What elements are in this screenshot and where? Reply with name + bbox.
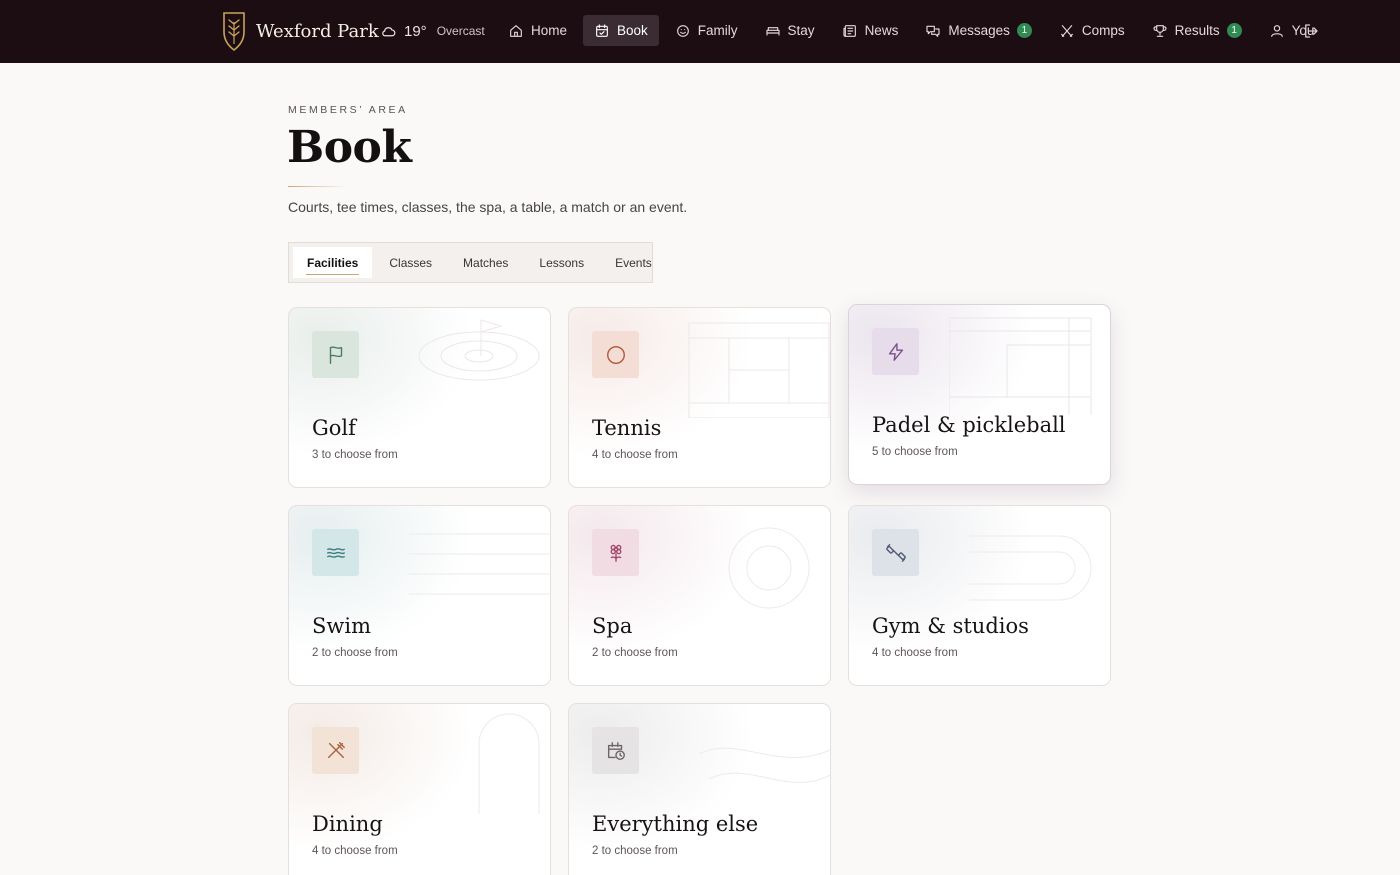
messages-badge: 1 xyxy=(1016,23,1032,38)
tab-classes[interactable]: Classes xyxy=(375,247,446,278)
trophy-icon xyxy=(1153,24,1167,37)
lightning-icon xyxy=(888,342,903,361)
home-icon xyxy=(510,24,522,37)
card-icon-tile xyxy=(592,529,639,576)
nav-item-label: Family xyxy=(697,23,738,38)
nav-item-stay[interactable]: Stay xyxy=(754,15,826,46)
card-title: Golf xyxy=(312,416,356,440)
nav-item-label: Messages xyxy=(948,23,1010,38)
nav-item-label: Stay xyxy=(787,23,815,38)
card-icon-tile xyxy=(592,727,639,774)
page-subtitle: Courts, tee times, classes, the spa, a t… xyxy=(288,199,688,215)
card-subtitle: 2 to choose from xyxy=(592,647,678,659)
logout-icon[interactable] xyxy=(1302,22,1320,40)
page-kicker: MEMBERS’ AREA xyxy=(288,104,408,116)
flower-icon xyxy=(610,544,621,562)
tennis-court-decoration xyxy=(688,322,830,418)
pool-lanes-decoration xyxy=(409,533,550,595)
card-icon-tile xyxy=(872,529,919,576)
brand-name: Wexford Park xyxy=(256,20,379,42)
facility-card-tennis[interactable]: Tennis 4 to choose from xyxy=(568,307,831,488)
weather-condition: Overcast xyxy=(436,24,485,38)
golf-green-decoration xyxy=(418,319,540,381)
card-subtitle: 2 to choose from xyxy=(592,845,678,857)
flag-icon xyxy=(329,345,342,364)
chat-icon xyxy=(926,25,940,37)
card-subtitle: 4 to choose from xyxy=(592,449,678,461)
waves-icon xyxy=(326,547,345,558)
card-subtitle: 4 to choose from xyxy=(872,647,958,659)
facility-card-dining[interactable]: Dining 4 to choose from xyxy=(288,703,551,875)
contour-decoration xyxy=(698,747,830,783)
brand[interactable]: Wexford Park xyxy=(221,8,379,54)
padel-court-decoration xyxy=(949,317,1092,415)
nav-item-book[interactable]: Book xyxy=(583,15,659,46)
crossed-clubs-icon xyxy=(1060,24,1073,37)
card-subtitle: 3 to choose from xyxy=(312,449,398,461)
smile-icon xyxy=(676,24,689,37)
cloud-icon xyxy=(382,26,396,36)
card-subtitle: 4 to choose from xyxy=(312,845,398,857)
booking-tabs: Facilities Classes Matches Lessons Event… xyxy=(288,242,653,283)
card-title: Everything else xyxy=(592,812,759,836)
nav-item-label: Book xyxy=(617,23,648,38)
facility-card-golf[interactable]: Golf 3 to choose from xyxy=(288,307,551,488)
tab-events[interactable]: Events xyxy=(601,247,666,278)
card-title: Tennis xyxy=(592,416,662,440)
card-subtitle: 5 to choose from xyxy=(872,446,958,458)
tab-lessons[interactable]: Lessons xyxy=(525,247,598,278)
track-decoration xyxy=(969,535,1092,601)
nav-list: Home Book Family Stay News Messages 1 Co… xyxy=(497,15,1330,46)
facility-card-everything-else[interactable]: Everything else 2 to choose from xyxy=(568,703,831,875)
top-nav: Wexford Park 19° Overcast Home Book Fami… xyxy=(0,0,1400,63)
calendar-icon xyxy=(596,23,608,37)
spa-circles-decoration xyxy=(728,527,810,609)
card-title: Swim xyxy=(312,614,371,638)
card-icon-tile xyxy=(312,727,359,774)
nav-item-label: Comps xyxy=(1081,23,1125,38)
facility-card-padel-pickleball[interactable]: Padel & pickleball 5 to choose from xyxy=(848,304,1111,485)
card-icon-tile xyxy=(872,328,919,375)
user-icon xyxy=(1270,24,1283,37)
card-title: Dining xyxy=(312,812,383,836)
tab-matches[interactable]: Matches xyxy=(449,247,522,278)
crest-logo-icon xyxy=(223,12,245,52)
page-title: Book xyxy=(287,122,412,173)
nav-item-news[interactable]: News xyxy=(831,15,910,46)
nav-item-label: Results xyxy=(1174,23,1220,38)
card-title: Spa xyxy=(592,614,633,638)
dumbbell-icon xyxy=(885,543,906,562)
weather-widget: 19° Overcast xyxy=(380,20,485,42)
facility-card-swim[interactable]: Swim 2 to choose from xyxy=(288,505,551,686)
title-divider xyxy=(288,186,348,187)
nav-item-messages[interactable]: Messages 1 xyxy=(914,15,1043,46)
utensils-icon xyxy=(327,741,345,758)
nav-item-results[interactable]: Results 1 xyxy=(1141,15,1253,46)
nav-item-label: News xyxy=(864,23,899,38)
card-icon-tile xyxy=(592,331,639,378)
table-decoration xyxy=(478,713,540,814)
calendar-clock-icon xyxy=(607,741,625,760)
card-subtitle: 2 to choose from xyxy=(312,647,398,659)
ball-icon xyxy=(606,345,625,364)
card-icon-tile xyxy=(312,529,359,576)
nav-item-family[interactable]: Family xyxy=(664,15,749,46)
bed-icon xyxy=(765,26,780,36)
nav-item-comps[interactable]: Comps xyxy=(1048,15,1136,46)
nav-item-home[interactable]: Home xyxy=(497,15,578,46)
nav-item-label: Home xyxy=(531,23,568,38)
weather-temperature: 19° xyxy=(404,22,427,40)
facility-card-spa[interactable]: Spa 2 to choose from xyxy=(568,505,831,686)
card-icon-tile xyxy=(312,331,359,378)
facility-card-gym-studios[interactable]: Gym & studios 4 to choose from xyxy=(848,505,1111,686)
newspaper-icon xyxy=(842,24,856,37)
tab-facilities[interactable]: Facilities xyxy=(293,247,373,278)
card-title: Padel & pickleball xyxy=(872,413,1066,437)
card-title: Gym & studios xyxy=(872,614,1029,638)
results-badge: 1 xyxy=(1226,23,1242,38)
